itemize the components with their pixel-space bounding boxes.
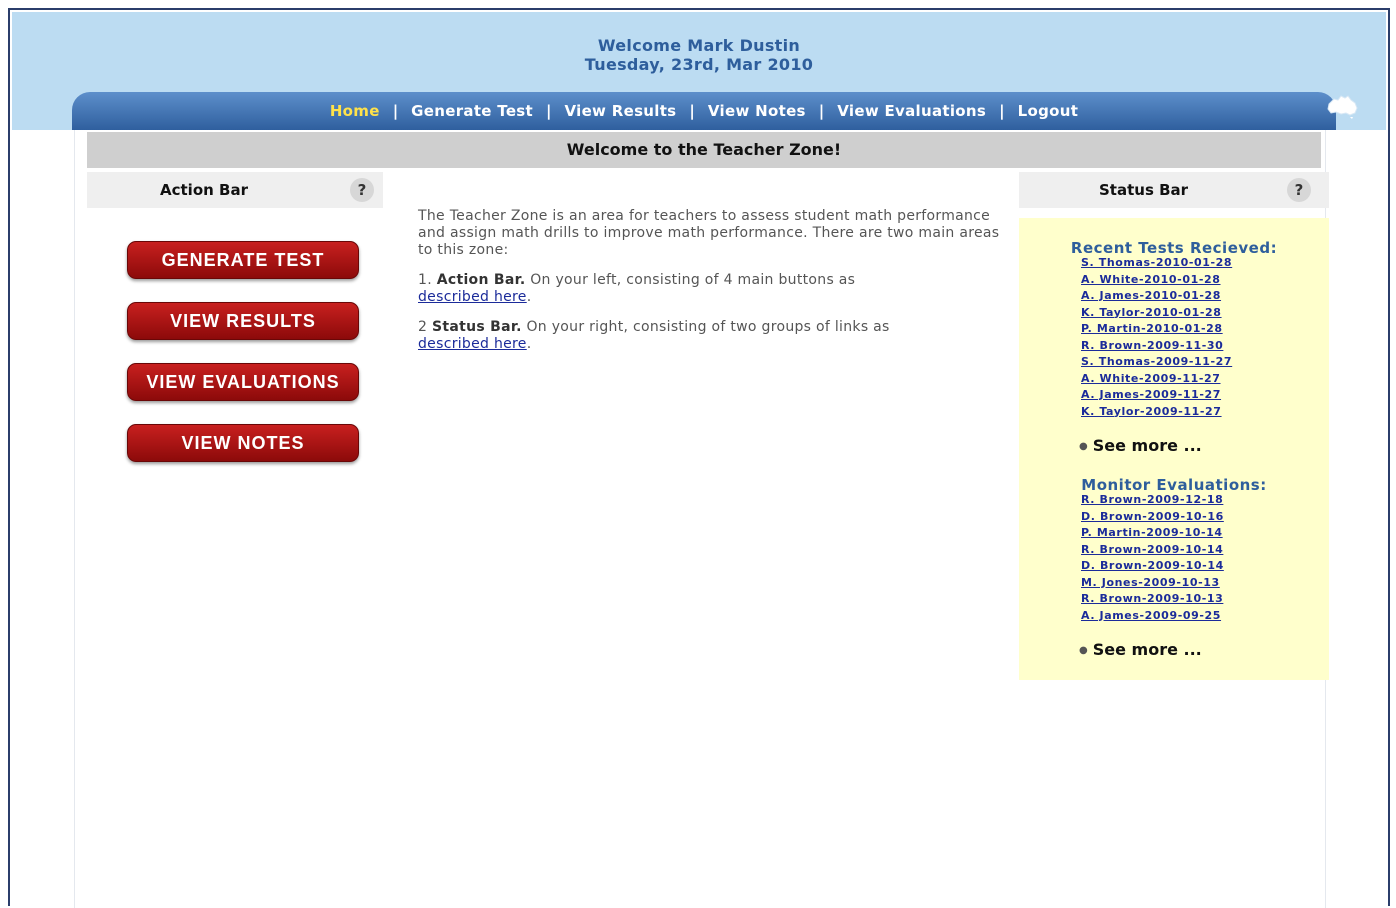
current-date: Tuesday, 23rd, Mar 2010 xyxy=(584,55,814,74)
nav-home[interactable]: Home xyxy=(330,102,380,120)
item-number: 1. xyxy=(418,272,437,288)
recent-tests-list: S. Thomas-2010-01-28 A. White-2010-01-28… xyxy=(1081,255,1232,420)
bullet-icon: ● xyxy=(1079,645,1088,656)
nav-separator: | xyxy=(999,102,1005,120)
item-heading: Status Bar. xyxy=(431,319,522,335)
main-content: Welcome to the Teacher Zone! Action Bar … xyxy=(75,130,1329,908)
recent-test-link[interactable]: A. James-2009-11-27 xyxy=(1081,387,1232,404)
nav-separator: | xyxy=(392,102,399,120)
welcome-message: Welcome Mark Dustin Tuesday, 23rd, Mar 2… xyxy=(12,36,1386,74)
recent-test-link[interactable]: K. Taylor-2010-01-28 xyxy=(1081,305,1232,322)
action-bar-title: Action Bar xyxy=(160,181,248,199)
status-bar-title: Status Bar xyxy=(1099,181,1189,199)
nav-generate-test[interactable]: Generate Test xyxy=(411,102,533,120)
intro-text: The Teacher Zone is an area for teachers… xyxy=(418,208,1008,366)
item-description: On your right, consisting of two groups … xyxy=(521,319,890,335)
recent-test-link[interactable]: A. White-2009-11-27 xyxy=(1081,371,1232,388)
recent-test-link[interactable]: R. Brown-2009-11-30 xyxy=(1081,338,1232,355)
evaluation-link[interactable]: D. Brown-2009-10-16 xyxy=(1081,509,1224,526)
recent-test-link[interactable]: S. Thomas-2009-11-27 xyxy=(1081,354,1232,371)
generate-test-button[interactable]: GENERATE TEST xyxy=(127,241,359,279)
nav-view-evaluations[interactable]: View Evaluations xyxy=(837,102,986,120)
item-heading: Action Bar. xyxy=(436,272,526,288)
nav-separator: | xyxy=(689,102,695,120)
browser-page-frame: Welcome Mark Dustin Tuesday, 23rd, Mar 2… xyxy=(8,8,1390,908)
nav-view-notes[interactable]: View Notes xyxy=(708,102,806,120)
status-bar-header: Status Bar ? xyxy=(1019,172,1329,208)
help-icon[interactable]: ? xyxy=(350,178,374,202)
evaluation-link[interactable]: M. Jones-2009-10-13 xyxy=(1081,575,1224,592)
described-here-link[interactable]: described here xyxy=(418,289,527,305)
recent-test-link[interactable]: K. Taylor-2009-11-27 xyxy=(1081,404,1232,421)
intro-paragraph: The Teacher Zone is an area for teachers… xyxy=(418,208,1000,258)
recent-test-link[interactable]: A. James-2010-01-28 xyxy=(1081,288,1232,305)
nav-view-results[interactable]: View Results xyxy=(565,102,677,120)
nav-separator: | xyxy=(818,102,825,120)
australia-map-icon xyxy=(1326,94,1360,124)
page-title: Welcome to the Teacher Zone! xyxy=(87,132,1321,168)
action-bar-header: Action Bar ? xyxy=(87,172,383,208)
evaluation-link[interactable]: A. James-2009-09-25 xyxy=(1081,608,1224,625)
evaluation-link[interactable]: R. Brown-2009-10-14 xyxy=(1081,542,1224,559)
main-navigation: Home | Generate Test | View Results | Vi… xyxy=(72,92,1336,130)
recent-test-link[interactable]: P. Martin-2010-01-28 xyxy=(1081,321,1232,338)
item-number: 2 xyxy=(418,319,432,335)
evaluation-link[interactable]: P. Martin-2009-10-14 xyxy=(1081,525,1224,542)
item-period: . xyxy=(526,289,532,305)
evaluation-link[interactable]: D. Brown-2009-10-14 xyxy=(1081,558,1224,575)
intro-item-status-bar: 2 Status Bar. On your right, consisting … xyxy=(418,319,1008,353)
item-period: . xyxy=(526,336,532,352)
nav-separator: | xyxy=(546,102,552,120)
see-more-evaluations-link[interactable]: ● See more ... xyxy=(1079,640,1202,659)
status-panel: Recent Tests Recieved: S. Thomas-2010-01… xyxy=(1019,218,1329,680)
welcome-user: Welcome Mark Dustin xyxy=(597,36,801,55)
nav-logout[interactable]: Logout xyxy=(1018,102,1079,120)
view-evaluations-button[interactable]: VIEW EVALUATIONS xyxy=(127,363,359,401)
evaluation-link[interactable]: R. Brown-2009-10-13 xyxy=(1081,591,1224,608)
recent-test-link[interactable]: A. White-2010-01-28 xyxy=(1081,272,1232,289)
see-more-label: See more ... xyxy=(1092,640,1202,659)
described-here-link[interactable]: described here xyxy=(418,336,527,352)
view-results-button[interactable]: VIEW RESULTS xyxy=(127,302,359,340)
bullet-icon: ● xyxy=(1079,441,1088,452)
item-description: On your left, consisting of 4 main butto… xyxy=(525,272,856,288)
see-more-tests-link[interactable]: ● See more ... xyxy=(1079,436,1202,455)
evaluation-link[interactable]: R. Brown-2009-12-18 xyxy=(1081,492,1224,509)
monitor-evaluations-list: R. Brown-2009-12-18 D. Brown-2009-10-16 … xyxy=(1081,492,1224,624)
intro-item-action-bar: 1. Action Bar. On your left, consisting … xyxy=(418,272,1008,306)
see-more-label: See more ... xyxy=(1092,436,1202,455)
view-notes-button[interactable]: VIEW NOTES xyxy=(127,424,359,462)
recent-test-link[interactable]: S. Thomas-2010-01-28 xyxy=(1081,255,1232,272)
help-icon[interactable]: ? xyxy=(1287,178,1311,202)
